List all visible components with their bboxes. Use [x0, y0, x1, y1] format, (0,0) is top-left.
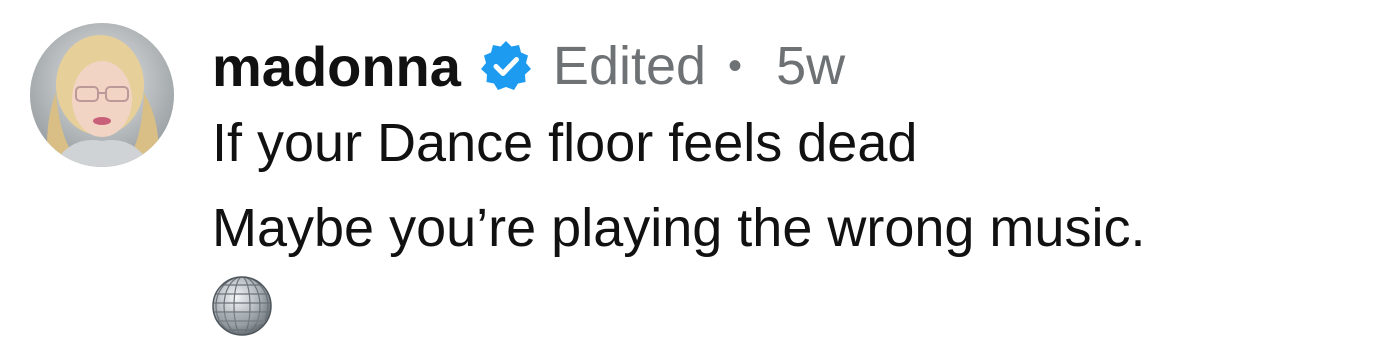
verified-badge-icon: [479, 39, 533, 93]
separator-dot: •: [728, 43, 743, 88]
username[interactable]: madonna: [212, 34, 461, 99]
timestamp[interactable]: 5w: [776, 35, 845, 97]
avatar[interactable]: [30, 23, 174, 167]
disco-ball-emoji-icon: [211, 275, 273, 337]
avatar-image: [30, 23, 174, 167]
comment-header: madonna Edited • 5w: [212, 22, 845, 110]
comment-text-line-2: Maybe you’re playing the wrong music.: [212, 198, 1146, 258]
comment: madonna Edited • 5w If your Dance floor …: [0, 0, 1400, 348]
comment-text-line-1: If your Dance floor feels dead: [212, 113, 918, 173]
edited-label: Edited: [552, 36, 707, 96]
